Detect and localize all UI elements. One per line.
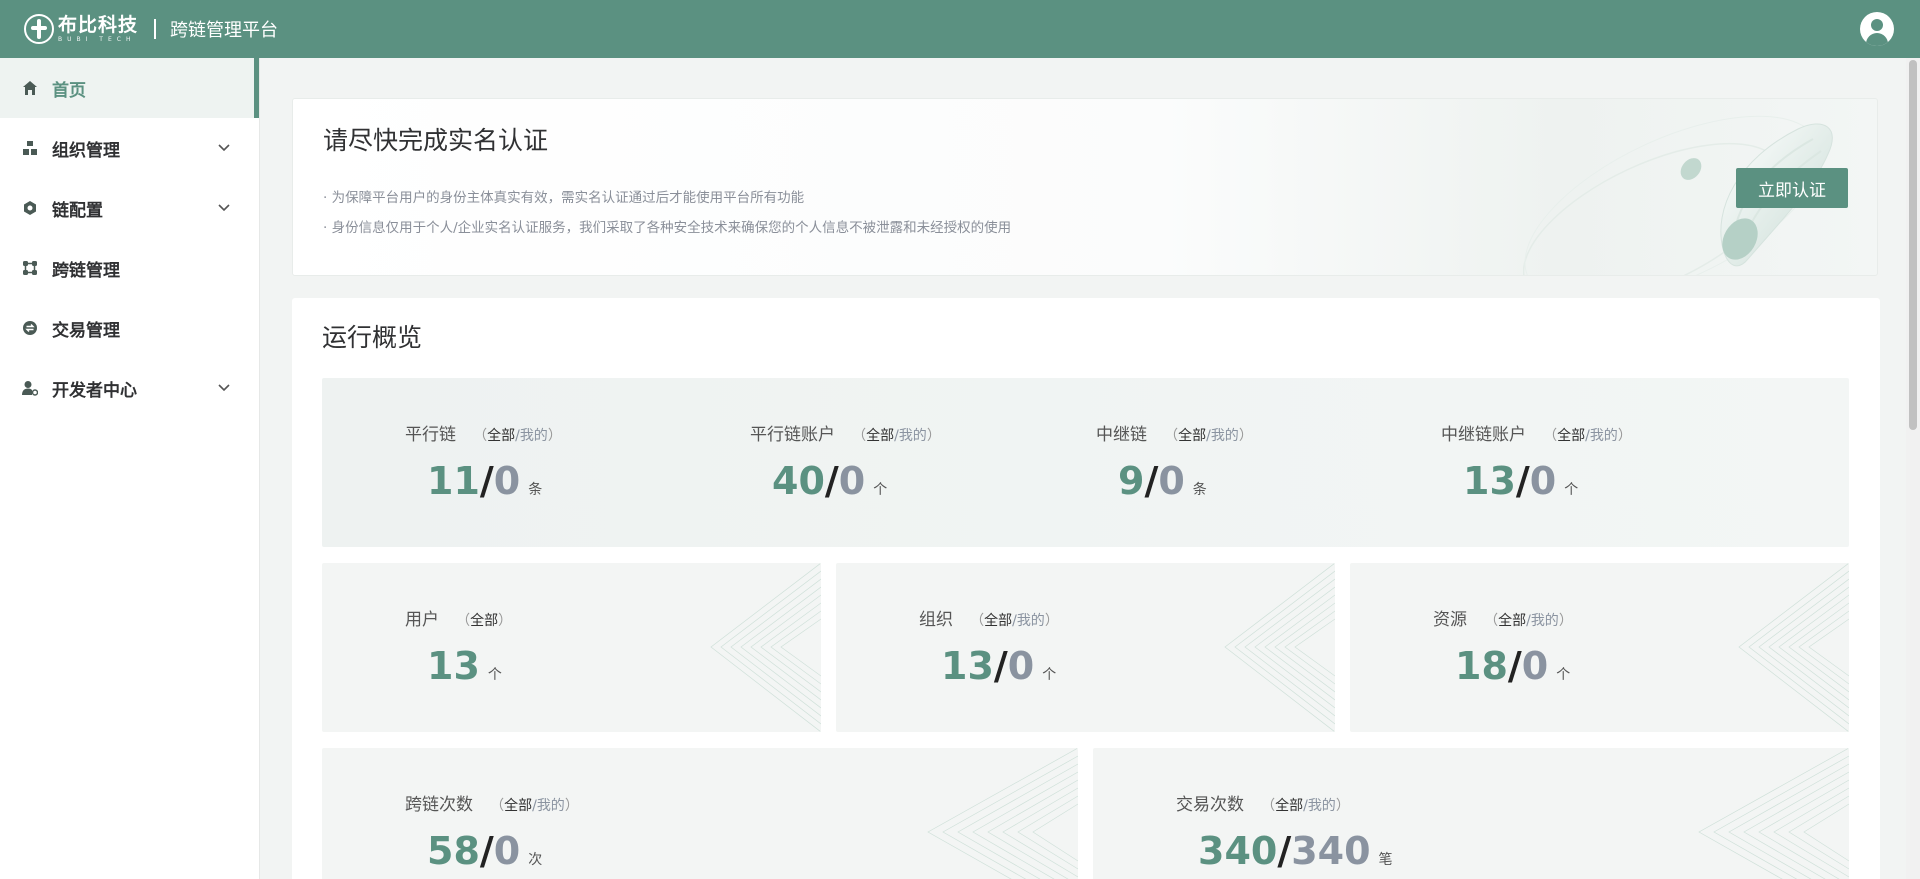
decorative-wave-pattern	[927, 748, 1078, 879]
chevron-down-icon[interactable]	[217, 200, 231, 214]
stat-card-tx-count: 交易次数 （全部/我的） 340/340 笔	[1093, 748, 1849, 879]
top-header: 布比科技 BUBI TECH 跨链管理平台	[0, 0, 1920, 58]
stat-scope: （全部）	[456, 613, 513, 629]
stat-value: 13 个	[427, 644, 502, 688]
stat-scope: （全部/我的）	[970, 613, 1059, 629]
stat-value: 13/0 个	[941, 644, 1057, 688]
header-divider	[154, 19, 157, 39]
stat-scope: （全部/我的）	[852, 428, 941, 444]
stat-value: 9/0 条	[1118, 459, 1207, 503]
logo-name: 布比科技	[58, 13, 139, 36]
sidebar-item-crosschain[interactable]: 跨链管理	[0, 238, 259, 298]
stat-label: 资源	[1433, 610, 1467, 630]
platform-title: 跨链管理平台	[170, 20, 279, 41]
runtime-overview-panel: 运行概览 平行链 （全部/我的） 11/0 条 平行链账户 （全部/我的） 40/…	[292, 298, 1880, 879]
logo-mark-icon	[24, 14, 54, 44]
chevron-down-icon[interactable]	[217, 140, 231, 154]
verify-now-button[interactable]: 立即认证	[1736, 168, 1848, 208]
sidebar: 首页 组织管理 链配置 跨链管理 交易管理 开发者中心	[0, 58, 260, 879]
decorative-wave-pattern	[1698, 748, 1849, 879]
sidebar-item-developer[interactable]: 开发者中心	[0, 358, 259, 418]
sidebar-item-chain-config[interactable]: 链配置	[0, 178, 259, 238]
stat-value: 13/0 个	[1463, 459, 1579, 503]
stat-value: 11/0 条	[427, 459, 543, 503]
stat-scope: （全部/我的）	[473, 428, 562, 444]
overview-title: 运行概览	[322, 323, 423, 352]
decorative-wave-pattern	[710, 563, 821, 732]
logo-subtitle: BUBI TECH	[58, 35, 136, 43]
stat-value: 18/0 个	[1455, 644, 1571, 688]
chain-stats-strip: 平行链 （全部/我的） 11/0条 平行链账户 （全部/我的） 40/0个	[322, 378, 1849, 547]
stat-scope: （全部/我的）	[1164, 428, 1253, 444]
stat-parallel-account: 平行链账户 （全部/我的） 40/0 个	[750, 420, 941, 512]
stat-scope: （全部/我的）	[1261, 798, 1350, 814]
transaction-icon	[22, 320, 38, 336]
stat-relay-account: 中继链账户 （全部/我的） 13/0 个	[1441, 420, 1632, 512]
crosschain-icon	[22, 260, 38, 276]
notice-line: · 身份信息仅用于个人/企业实名认证服务，我们采取了各种安全技术来确保您的个人信…	[323, 220, 1012, 236]
decorative-wave-pattern	[1224, 563, 1335, 732]
stat-value: 340/340 笔	[1198, 829, 1393, 873]
sidebar-item-transaction[interactable]: 交易管理	[0, 298, 259, 358]
stat-label: 交易次数	[1176, 795, 1244, 815]
developer-icon	[22, 380, 38, 396]
sidebar-item-label: 开发者中心	[52, 380, 137, 401]
sidebar-item-label: 链配置	[52, 200, 103, 221]
stat-label: 中继链账户	[1441, 425, 1526, 445]
sidebar-item-org[interactable]: 组织管理	[0, 118, 259, 178]
stat-value: 58/0 次	[427, 829, 543, 873]
stat-value: 40/0 个	[772, 459, 888, 503]
chevron-down-icon[interactable]	[217, 380, 231, 394]
stat-label: 组织	[919, 610, 953, 630]
stat-label: 跨链次数	[405, 795, 473, 815]
stat-label: 中继链	[1096, 425, 1147, 445]
decorative-wave-pattern	[1738, 563, 1849, 732]
sidebar-item-label: 首页	[52, 80, 86, 101]
home-icon	[22, 80, 38, 96]
stat-label: 平行链	[405, 425, 456, 445]
stat-label: 用户	[405, 610, 439, 630]
notice-title: 请尽快完成实名认证	[323, 126, 549, 155]
verification-notice: 请尽快完成实名认证 · 为保障平台用户的身份主体真实有效，需实名认证通过后才能使…	[292, 98, 1878, 276]
logo[interactable]: 布比科技 BUBI TECH	[24, 14, 138, 44]
stat-scope: （全部/我的）	[490, 798, 579, 814]
page-scrollbar[interactable]	[1906, 58, 1920, 879]
notice-line: · 为保障平台用户的身份主体真实有效，需实名认证通过后才能使用平台所有功能	[323, 190, 805, 206]
stat-card-orgs: 组织 （全部/我的） 13/0 个	[836, 563, 1335, 732]
user-avatar[interactable]	[1860, 12, 1894, 46]
scrollbar-thumb[interactable]	[1909, 60, 1917, 430]
chain-config-icon	[22, 200, 38, 216]
stat-parallel-chain: 平行链 （全部/我的） 11/0 条	[405, 420, 562, 512]
stat-relay-chain: 中继链 （全部/我的） 9/0 条	[1096, 420, 1253, 512]
stat-card-crosschain-count: 跨链次数 （全部/我的） 58/0 次	[322, 748, 1078, 879]
sidebar-item-label: 跨链管理	[52, 260, 120, 281]
stat-card-users: 用户 （全部） 13 个	[322, 563, 821, 732]
main-content: 请尽快完成实名认证 · 为保障平台用户的身份主体真实有效，需实名认证通过后才能使…	[261, 58, 1920, 879]
stat-scope: （全部/我的）	[1543, 428, 1632, 444]
stat-scope: （全部/我的）	[1484, 613, 1573, 629]
sidebar-item-home[interactable]: 首页	[0, 58, 259, 118]
sidebar-item-label: 组织管理	[52, 140, 120, 161]
stat-card-resources: 资源 （全部/我的） 18/0 个	[1350, 563, 1849, 732]
org-icon	[22, 140, 38, 156]
stat-label: 平行链账户	[750, 425, 835, 445]
sidebar-item-label: 交易管理	[52, 320, 120, 341]
